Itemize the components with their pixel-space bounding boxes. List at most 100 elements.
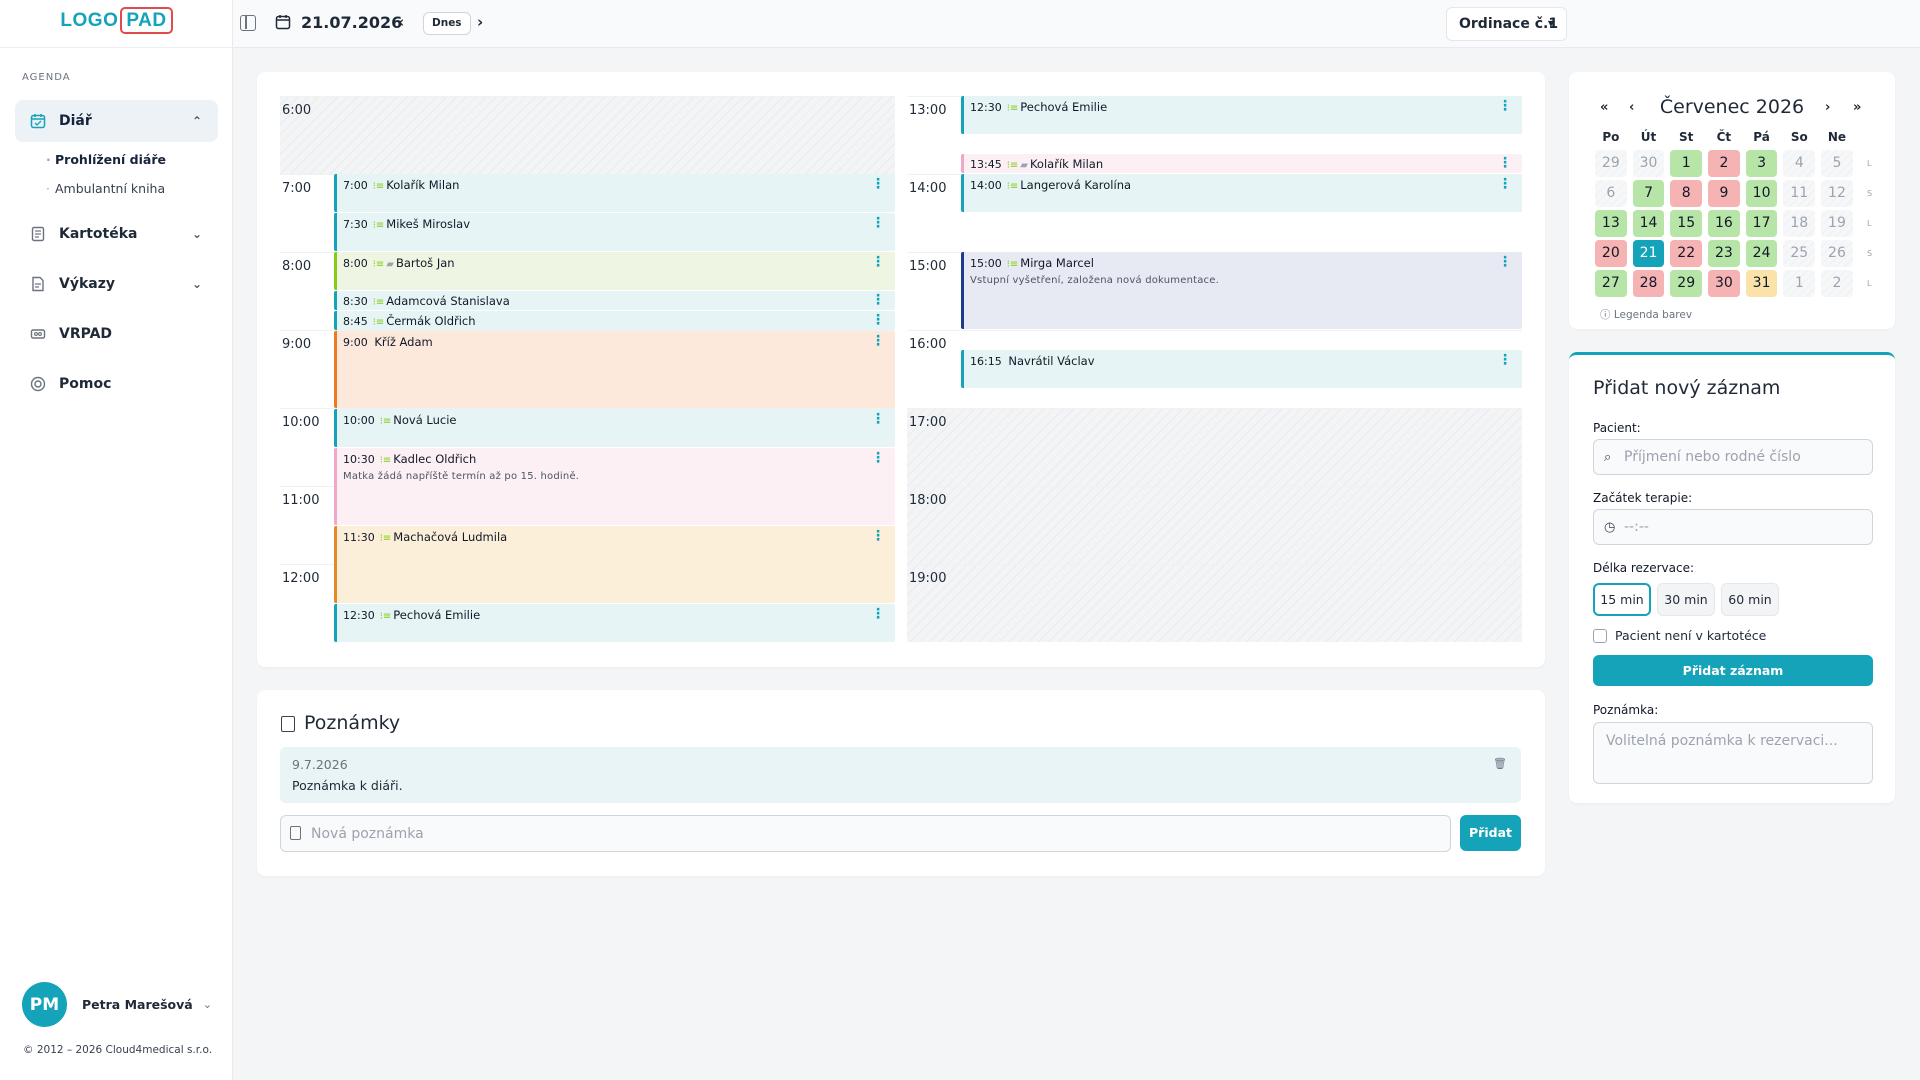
appointment[interactable]: 12:30 ⁝≡ Pechová Emilie ⋮ [961, 96, 1522, 134]
appointment[interactable]: 8:45 ⁝≡ Čermák Oldřich ⋮ [334, 311, 895, 330]
next-day-button[interactable]: › [477, 13, 483, 31]
calendar-day[interactable]: 19 [1821, 210, 1853, 237]
more-options-icon[interactable]: ⋮ [871, 293, 885, 307]
calendar-day[interactable]: 17 [1745, 210, 1778, 237]
patient-field[interactable]: ⌕ [1593, 439, 1873, 475]
reservation-note-field[interactable] [1593, 722, 1873, 784]
calendar-day[interactable]: 30 [1632, 150, 1665, 177]
duration-60-button[interactable]: 60 min [1721, 583, 1779, 616]
sidebar-subitem-ambulantni-kniha[interactable]: Ambulantní kniha [46, 181, 165, 196]
sidebar-toggle-icon[interactable] [240, 15, 256, 31]
calendar-day[interactable]: 2 [1821, 270, 1853, 297]
sidebar-item-vykazy[interactable]: Výkazy ⌄ [15, 263, 218, 305]
appointment[interactable]: 15:00 ⁝≡ Mirga Marcel Vstupní vyšetření, z… [961, 252, 1522, 329]
prev-day-button[interactable]: ‹ [398, 13, 404, 31]
more-options-icon[interactable]: ⋮ [871, 334, 885, 348]
appointment[interactable]: 14:00 ⁝≡ Langerová Karolína ⋮ [961, 174, 1522, 212]
more-options-icon[interactable]: ⋮ [871, 255, 885, 269]
calendar-day[interactable]: 24 [1745, 240, 1778, 267]
office-select[interactable]: Ordinace č.1 ▼ [1446, 7, 1567, 41]
calendar-day[interactable]: 25 [1783, 240, 1816, 267]
next-year-button[interactable]: » [1853, 100, 1861, 115]
appointment[interactable]: 12:30 ⁝≡ Pechová Emilie ⋮ [334, 604, 895, 642]
calendar-day[interactable]: 1 [1783, 270, 1816, 297]
patient-search-input[interactable] [1594, 440, 1872, 474]
calendar-day[interactable]: 27 [1595, 270, 1627, 297]
calendar-day[interactable]: 26 [1821, 240, 1853, 267]
calendar-day[interactable]: 9 [1708, 180, 1740, 207]
appointment-time: 8:30 [343, 295, 368, 308]
calendar-day[interactable]: 5 [1821, 150, 1853, 177]
calendar-day[interactable]: 29 [1670, 270, 1703, 297]
appointment[interactable]: 11:30 ⁝≡ Machačová Ludmila ⋮ [334, 526, 895, 603]
start-time-input[interactable] [1594, 510, 1872, 544]
appointment[interactable]: 8:30 ⁝≡ Adamcová Stanislava ⋮ [334, 291, 895, 310]
new-note-input[interactable] [281, 816, 1450, 851]
appointment[interactable]: 10:00 ⁝≡ Nová Lucie ⋮ [334, 409, 895, 447]
calendar-day[interactable]: 14 [1632, 210, 1665, 237]
calendar-day[interactable]: 29 [1595, 150, 1627, 177]
more-options-icon[interactable]: ⋮ [871, 313, 885, 327]
today-button[interactable]: Dnes [423, 12, 471, 35]
appointment[interactable]: 16:15 Navrátil Václav ⋮ [961, 350, 1522, 388]
more-options-icon[interactable]: ⋮ [871, 412, 885, 426]
more-options-icon[interactable]: ⋮ [1498, 99, 1512, 113]
duration-30-button[interactable]: 30 min [1657, 583, 1715, 616]
more-options-icon[interactable]: ⋮ [1498, 156, 1512, 170]
more-options-icon[interactable]: ⋮ [1498, 177, 1512, 191]
calendar-day[interactable]: 23 [1708, 240, 1740, 267]
reservation-note-input[interactable] [1594, 723, 1872, 783]
checkbox[interactable] [1593, 628, 1607, 643]
calendar-day[interactable]: 7 [1632, 180, 1665, 207]
calendar-day[interactable]: 3 [1745, 150, 1778, 177]
calendar-day[interactable]: 31 [1745, 270, 1778, 297]
start-time-field[interactable]: ◷ [1593, 509, 1873, 545]
sidebar-subitem-prohlizeni[interactable]: Prohlížení diáře [46, 152, 166, 167]
next-month-button[interactable]: › [1825, 100, 1830, 115]
appointment[interactable]: 8:00 ⁝≡ ▰ Bartoš Jan ⋮ [334, 252, 895, 290]
calendar-day[interactable]: 12 [1821, 180, 1853, 207]
calendar-day[interactable]: 16 [1708, 210, 1740, 237]
appointment[interactable]: 10:30 ⁝≡ Kadlec Oldřich Matka žádá napříšt… [334, 448, 895, 525]
more-options-icon[interactable]: ⋮ [871, 529, 885, 543]
add-record-button[interactable]: Přidat záznam [1593, 655, 1873, 686]
calendar-day[interactable]: 15 [1670, 210, 1703, 237]
calendar-day-selected[interactable]: 21 [1632, 240, 1665, 267]
calendar-day[interactable]: 28 [1632, 270, 1665, 297]
more-options-icon[interactable]: ⋮ [1498, 255, 1512, 269]
add-note-button[interactable]: Přidat [1460, 815, 1521, 851]
calendar-day[interactable]: 2 [1708, 150, 1740, 177]
calendar-day[interactable]: 11 [1783, 180, 1816, 207]
sidebar-item-vrpad[interactable]: VRPAD [15, 313, 218, 355]
calendar-day[interactable]: 13 [1595, 210, 1627, 237]
user-menu[interactable]: PM Petra Marešová ⌄ [22, 982, 212, 1027]
trash-icon[interactable]: 🗑︎ [1493, 757, 1507, 770]
calendar-day[interactable]: 1 [1670, 150, 1703, 177]
more-options-icon[interactable]: ⋮ [1498, 353, 1512, 367]
calendar-day[interactable]: 10 [1745, 180, 1778, 207]
sidebar-item-diar[interactable]: Diář ⌃ [15, 100, 218, 142]
more-options-icon[interactable]: ⋮ [871, 216, 885, 230]
calendar-day[interactable]: 4 [1783, 150, 1816, 177]
calendar-day[interactable]: 8 [1670, 180, 1703, 207]
calendar-day[interactable]: 22 [1670, 240, 1703, 267]
appointment[interactable]: 13:45 ⁝≡ ▰ Kolařík Milan ⋮ [961, 154, 1522, 173]
appointment[interactable]: 7:30 ⁝≡ Mikeš Miroslav ⋮ [334, 213, 895, 251]
duration-15-button[interactable]: 15 min [1593, 583, 1651, 616]
color-legend-link[interactable]: ⓘ Legenda barev [1600, 307, 1692, 322]
calendar-day[interactable]: 18 [1783, 210, 1816, 237]
sidebar-item-kartoteka[interactable]: Kartotéka ⌄ [15, 213, 218, 255]
calendar-day[interactable]: 6 [1595, 180, 1627, 207]
appointment[interactable]: 9:00 Kříž Adam ⋮ [334, 331, 895, 408]
sidebar-item-pomoc[interactable]: Pomoc [15, 363, 218, 405]
appointment[interactable]: 7:00 ⁝≡ Kolařík Milan ⋮ [334, 174, 895, 212]
more-options-icon[interactable]: ⋮ [871, 451, 885, 465]
new-note-field[interactable] [280, 815, 1451, 852]
not-in-registry-checkbox[interactable]: Pacient není v kartotéce [1593, 628, 1766, 643]
more-options-icon[interactable]: ⋮ [871, 177, 885, 191]
logo[interactable]: LOGO PAD [0, 7, 233, 34]
calendar-day[interactable]: 30 [1708, 270, 1740, 297]
calendar-day[interactable]: 20 [1595, 240, 1627, 267]
more-options-icon[interactable]: ⋮ [871, 607, 885, 621]
mini-calendar: « ‹ Červenec 2026 › » Po Út St Čt Pá So … [1569, 72, 1895, 329]
